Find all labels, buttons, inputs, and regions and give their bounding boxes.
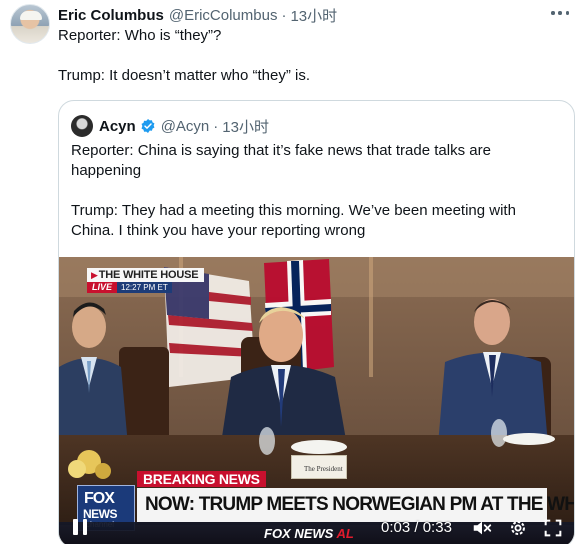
quoted-header-separator: · [213,117,219,135]
quoted-tweet[interactable]: Acyn @Acyn · 13小时 Reporter: China is say… [58,100,575,544]
video-player[interactable]: The President ▶THE WHITE HOUSE LIVE 12:2… [59,257,574,544]
author-handle[interactable]: @EricColumbus [169,7,278,24]
quoted-author-handle[interactable]: @Acyn [161,118,210,135]
video-timecode: 0:03 / 0:33 [381,519,452,536]
duration: 0:33 [422,519,452,536]
quoted-text-line-3: Trump: They had a meeting this morning. … [71,202,516,219]
author-avatar[interactable] [10,4,50,44]
live-label: LIVE [87,282,118,293]
tweet-header: Eric Columbus @EricColumbus · 13小时 [58,5,337,25]
speaker-muted-icon[interactable] [471,517,493,539]
quoted-tweet-header: Acyn @Acyn · 13小时 [99,115,269,137]
news-ticker: FOX NEWS AL [59,522,574,544]
quoted-timestamp[interactable]: 13小时 [222,116,269,137]
fullscreen-icon[interactable] [542,517,564,539]
current-time: 0:03 [381,519,411,536]
quoted-text-line-4: China. I think you have your reporting w… [71,222,366,239]
header-separator: · [281,6,287,24]
more-dots-icon[interactable] [551,6,569,20]
location-title: ▶THE WHITE HOUSE [87,268,205,282]
author-name[interactable]: Eric Columbus [58,7,164,24]
tweet-text-line-2: Trump: It doesn’t matter who “they” is. [58,67,311,84]
verified-badge-icon [140,118,156,134]
ticker-suffix: AL [336,526,354,541]
quoted-author-avatar[interactable] [71,115,93,137]
quoted-text-line-2: happening [71,162,142,179]
tweet-text-line-1: Reporter: Who is “they”? [58,27,222,44]
breaking-news-label: BREAKING NEWS [137,471,266,487]
ticker-brand: FOX NEWS [264,526,334,541]
time-separator: / [414,519,419,536]
name-placard: The President [291,455,347,479]
quoted-text-line-1: Reporter: China is saying that it’s fake… [71,142,491,159]
live-time: 12:27 PM ET [117,282,172,293]
quoted-author-name[interactable]: Acyn [99,118,136,135]
tweet[interactable]: Eric Columbus @EricColumbus · 13小时 Repor… [0,0,581,544]
tweet-timestamp[interactable]: 13小时 [290,5,337,26]
pause-icon[interactable] [73,519,87,537]
gear-icon[interactable] [507,517,529,539]
